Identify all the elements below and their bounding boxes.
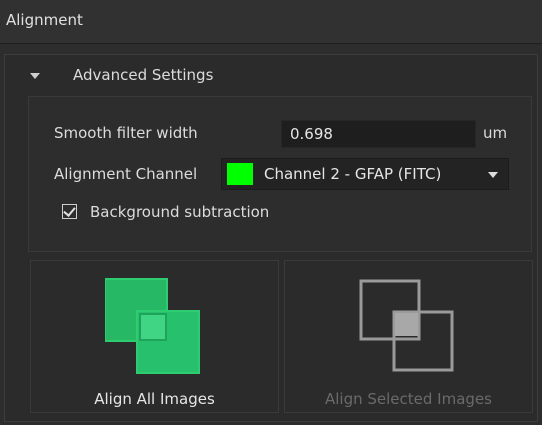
- align-images-icon: [105, 278, 200, 374]
- smooth-filter-input[interactable]: [281, 120, 476, 148]
- smooth-filter-unit: um: [483, 124, 508, 142]
- checkmark-icon: [63, 204, 76, 217]
- align-selected-images-icon: [359, 279, 454, 372]
- align-selected-images-button[interactable]: Align Selected Images: [284, 260, 533, 413]
- alignment-channel-label: Alignment Channel: [54, 165, 198, 183]
- channel-color-swatch: [227, 163, 253, 185]
- chevron-down-icon: [488, 172, 498, 178]
- background-subtraction-checkbox[interactable]: [62, 204, 77, 219]
- channel-selected-value: Channel 2 - GFAP (FITC): [264, 165, 442, 183]
- align-all-images-button[interactable]: Align All Images: [30, 260, 279, 413]
- panel-header: Alignment: [0, 0, 542, 44]
- background-subtraction-label[interactable]: Background subtraction: [90, 203, 269, 221]
- smooth-filter-label: Smooth filter width: [54, 124, 198, 142]
- collapse-arrow-icon[interactable]: [30, 73, 40, 79]
- alignment-panel: Alignment Advanced Settings Smooth filte…: [0, 0, 542, 425]
- alignment-channel-select[interactable]: Channel 2 - GFAP (FITC): [221, 158, 509, 190]
- advanced-settings-toggle[interactable]: Advanced Settings: [73, 66, 213, 84]
- align-all-images-label: Align All Images: [94, 390, 215, 408]
- panel-title: Alignment: [6, 11, 83, 29]
- align-selected-images-label: Align Selected Images: [325, 390, 492, 408]
